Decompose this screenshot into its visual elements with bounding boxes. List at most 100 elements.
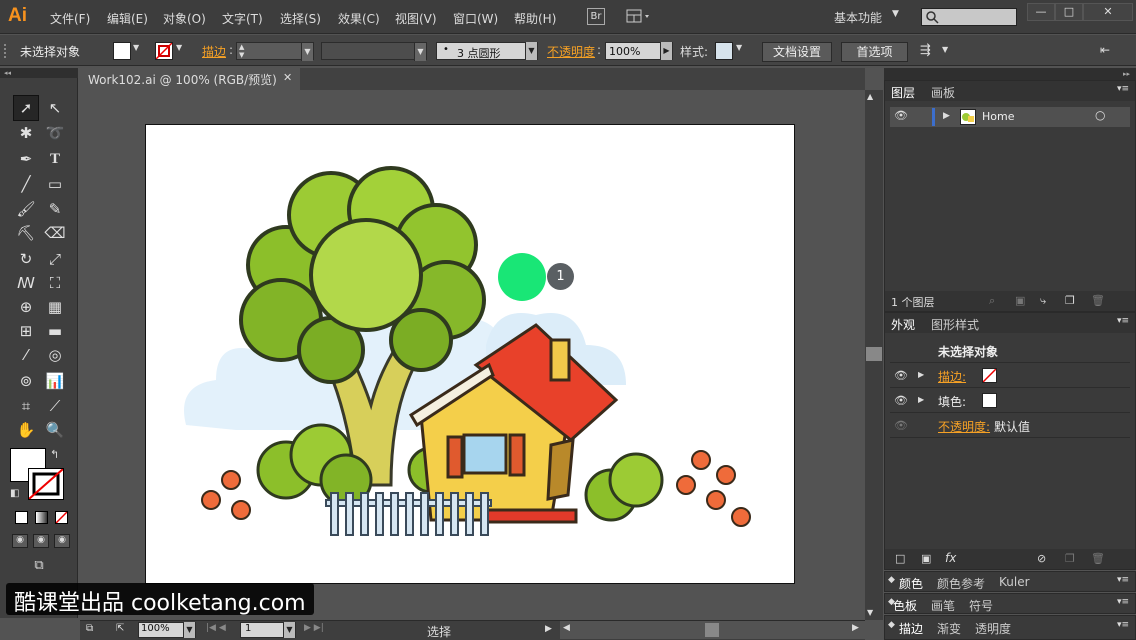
workspace-switcher[interactable]: 基本功能 [834, 9, 882, 26]
gradient-tool-icon[interactable]: ▬ [44, 320, 66, 342]
maximize-button[interactable]: □ [1055, 3, 1083, 21]
draw-inside-icon[interactable]: ◉ [54, 534, 70, 548]
symbol-sprayer-icon[interactable]: ⊚ [15, 370, 37, 392]
tab-layers[interactable]: 图层 [891, 84, 915, 101]
preferences-button[interactable]: 首选项 [841, 42, 908, 62]
stroke-color-box[interactable] [28, 468, 64, 500]
locate-object-icon[interactable]: ⌕ [989, 294, 995, 308]
color-mode-icon[interactable] [15, 511, 28, 524]
tab-artboards[interactable]: 画板 [931, 84, 955, 101]
default-colors-icon[interactable]: ◧ [10, 488, 19, 499]
clipping-mask-icon[interactable]: ▣ [1015, 294, 1025, 307]
swap-colors-icon[interactable]: ↰ [50, 448, 59, 461]
opacity-row[interactable]: 👁 不透明度: 默认值 [890, 414, 1130, 438]
tab-gradient[interactable]: 渐变 [937, 620, 961, 637]
perspective-grid-icon[interactable]: ▦ [44, 296, 66, 318]
panel-menu-icon[interactable]: ▾≡ [1117, 316, 1129, 326]
fill-row[interactable]: 👁 ▶ 填色: [890, 389, 1130, 413]
eyedropper-icon[interactable]: ⁄ [15, 344, 37, 366]
layer-row[interactable]: 👁 ▶ Home ○ [890, 107, 1130, 127]
direct-selection-tool-icon[interactable]: ↖ [44, 97, 66, 119]
shape-builder-icon[interactable]: ⊕ [15, 296, 37, 318]
pencil-icon[interactable]: ✎ [44, 198, 66, 220]
eye-icon[interactable]: 👁 [894, 109, 908, 122]
tab-appearance[interactable]: 外观 [891, 316, 915, 333]
tab-brushes[interactable]: 画笔 [931, 597, 955, 614]
mesh-tool-icon[interactable]: ⊞ [15, 320, 37, 342]
pen-tool-icon[interactable]: ✒ [15, 148, 37, 170]
scroll-thumb[interactable] [866, 347, 882, 361]
menu-effect[interactable]: 效果(C) [338, 10, 380, 27]
panel-menu-icon[interactable]: ⇤ [1100, 43, 1110, 57]
panel-menu-icon[interactable]: ▾≡ [1117, 575, 1129, 585]
draw-normal-icon[interactable]: ◉ [12, 534, 28, 548]
status-share-icon[interactable]: ⇱ [116, 623, 124, 634]
chevron-down-icon[interactable]: ▼ [133, 43, 139, 52]
expand-arrow-icon[interactable]: ▶ [918, 395, 924, 404]
artboard-tool-icon[interactable]: ⌗ [15, 395, 37, 417]
blob-brush-icon[interactable]: ⛏ [15, 222, 37, 244]
warp-tool-icon[interactable]: ꟿ [15, 272, 37, 294]
layer-name[interactable]: Home [982, 110, 1014, 123]
minimize-button[interactable]: — [1027, 3, 1055, 21]
collapse-icon[interactable]: ◂◂ [0, 68, 78, 78]
appearance-fill-swatch[interactable] [982, 393, 997, 408]
status-menu-icon[interactable]: ▶ [545, 624, 552, 634]
fx-icon[interactable]: fx [945, 551, 956, 565]
line-tool-icon[interactable]: ╱ [15, 173, 37, 195]
variable-width-dropdown[interactable]: ▼ [321, 42, 427, 61]
opacity-label[interactable]: 不透明度 [547, 43, 595, 60]
document-setup-button[interactable]: 文档设置 [762, 42, 832, 62]
tab-stroke[interactable]: 描边 [899, 620, 923, 637]
trash-icon[interactable]: 🗑 [1091, 552, 1105, 565]
rotate-tool-icon[interactable]: ↻ [15, 248, 37, 270]
panel-collapse-icon[interactable]: ▸▸ [884, 68, 1136, 80]
first-page-icon[interactable]: |◀ ◀ [206, 623, 226, 633]
bridge-button[interactable]: Br [587, 8, 605, 25]
menu-window[interactable]: 窗口(W) [453, 10, 498, 27]
menu-select[interactable]: 选择(S) [280, 10, 321, 27]
stroke-weight-field[interactable]: ▲ ▼ ▼ [236, 42, 314, 61]
hand-tool-icon[interactable]: ✋ [15, 419, 37, 441]
tab-graphic-styles[interactable]: 图形样式 [931, 316, 979, 333]
stroke-label[interactable]: 描边 [202, 43, 226, 60]
expand-panel-icon[interactable]: ◆ [888, 575, 895, 585]
scale-tool-icon[interactable]: ⤢ [44, 248, 66, 270]
gradient-mode-icon[interactable] [35, 511, 48, 524]
tab-swatches[interactable]: 色板 [893, 597, 917, 614]
expand-arrow-icon[interactable]: ▶ [943, 111, 950, 121]
panel-menu-icon[interactable]: ▾≡ [1117, 597, 1129, 607]
expand-panel-icon[interactable]: ◆ [888, 620, 895, 630]
type-tool-icon[interactable]: T [44, 148, 66, 170]
add-stroke-icon[interactable]: □ [895, 552, 905, 565]
status-tools-icon[interactable]: ⧉ [86, 623, 93, 634]
brush-dropdown[interactable]: • 3 点圆形 ▼ [436, 42, 538, 60]
style-swatch[interactable] [715, 42, 733, 60]
screen-mode-icon[interactable]: ⧉ [28, 558, 50, 574]
appearance-stroke-label[interactable]: 描边: [938, 368, 966, 385]
draw-behind-icon[interactable]: ◉ [33, 534, 49, 548]
magic-wand-icon[interactable]: ✱ [15, 122, 37, 144]
stroke-swatch[interactable] [155, 42, 173, 60]
graph-tool-icon[interactable]: 📊 [44, 370, 66, 392]
clear-appearance-icon[interactable]: ⊘ [1037, 552, 1046, 565]
menu-object[interactable]: 对象(O) [163, 10, 206, 27]
add-fill-icon[interactable]: ▣ [921, 552, 931, 565]
new-sublayer-icon[interactable]: ⤷ [1040, 294, 1046, 308]
tab-symbols[interactable]: 符号 [969, 597, 993, 614]
eye-icon[interactable]: 👁 [894, 394, 908, 407]
close-button[interactable]: ✕ [1083, 3, 1133, 21]
align-options-icon[interactable]: ⇶ [920, 43, 931, 58]
arrange-documents-icon[interactable] [626, 8, 654, 25]
appearance-opacity-label[interactable]: 不透明度: [938, 418, 990, 435]
chevron-down-icon[interactable]: ▼ [892, 9, 899, 19]
menu-file[interactable]: 文件(F) [50, 10, 90, 27]
search-input[interactable] [921, 8, 1017, 26]
appearance-stroke-swatch[interactable] [982, 368, 997, 383]
new-layer-icon[interactable]: ❐ [1065, 294, 1075, 307]
page-dropdown[interactable]: 1 ▼ [240, 622, 296, 638]
target-circle-icon[interactable]: ○ [1095, 108, 1105, 122]
blend-tool-icon[interactable]: ◎ [44, 344, 66, 366]
eraser-icon[interactable]: ⌫ [44, 222, 66, 244]
next-page-icon[interactable]: ▶ ▶| [304, 623, 324, 633]
